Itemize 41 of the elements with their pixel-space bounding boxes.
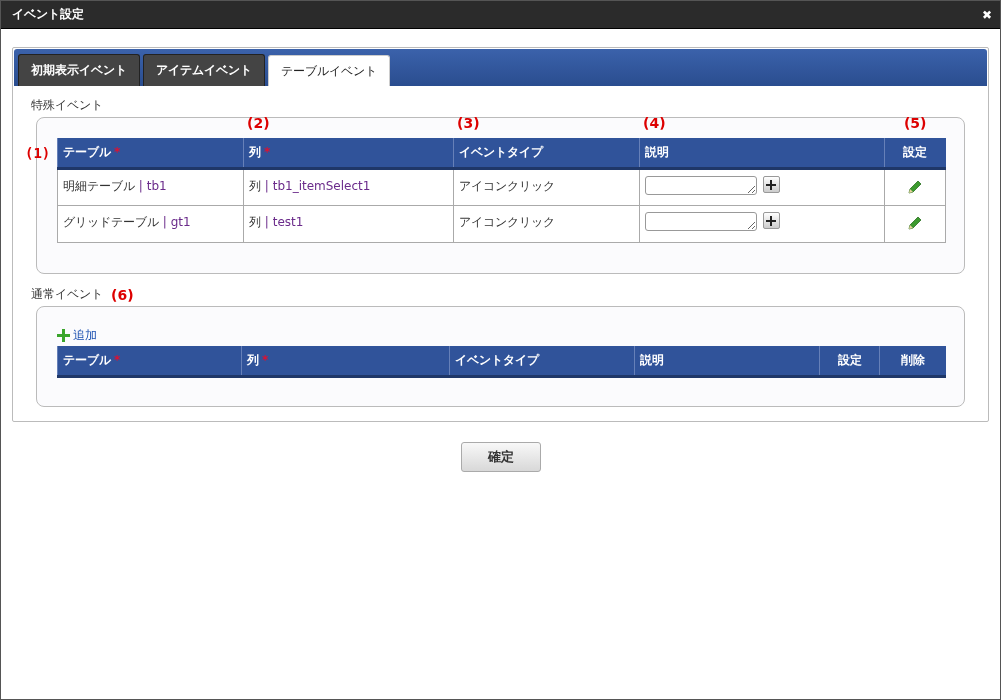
description-field[interactable]	[645, 212, 757, 231]
required-mark: *	[114, 353, 121, 367]
pencil-icon[interactable]	[906, 178, 924, 196]
column-header: 削除	[879, 346, 946, 377]
expand-button[interactable]	[762, 176, 780, 193]
confirm-button[interactable]: 確定	[460, 442, 541, 472]
plus-icon	[766, 179, 777, 190]
column-header: テーブル *	[57, 138, 244, 169]
required-mark: *	[114, 145, 121, 159]
column-header: 設定	[819, 346, 880, 377]
table-cell: アイコンクリック	[453, 205, 640, 243]
table-cell: アイコンクリック	[453, 168, 640, 206]
callout-label: (3)	[457, 115, 480, 131]
callout-label: (4)	[643, 115, 666, 131]
tab[interactable]: 初期表示イベント	[18, 54, 140, 86]
window-title: イベント設定	[12, 6, 84, 23]
column-header: 説明	[634, 346, 820, 377]
pencil-icon[interactable]	[906, 214, 924, 232]
column-header: イベントタイプ	[449, 346, 635, 377]
tab[interactable]: アイテムイベント	[143, 54, 265, 86]
section-legend: 特殊イベント	[31, 97, 103, 114]
add-link[interactable]: 追加	[57, 327, 97, 344]
required-mark: *	[262, 353, 269, 367]
close-button[interactable]: ✖	[982, 7, 992, 22]
expand-button[interactable]	[762, 212, 780, 229]
table-cell: 列 | test1	[243, 205, 454, 243]
tab[interactable]: テーブルイベント	[268, 55, 390, 86]
table-cell: グリッドテーブル | gt1	[57, 205, 244, 243]
column-header: テーブル *	[57, 346, 242, 377]
table-cell: 明細テーブル | tb1	[57, 168, 244, 206]
plus-icon	[766, 215, 777, 226]
table-cell: 列 | tb1_itemSelect1	[243, 168, 454, 206]
callout-label: (6)	[111, 287, 134, 303]
callout-label: (5)	[902, 115, 928, 131]
description-field[interactable]	[645, 176, 757, 195]
plus-icon	[57, 329, 70, 342]
section-legend: 通常イベント	[31, 286, 103, 303]
required-mark: *	[264, 145, 271, 159]
column-header: 列 *	[241, 346, 450, 377]
callout-label: (1)	[25, 145, 51, 161]
callout-label: (2)	[247, 115, 270, 131]
